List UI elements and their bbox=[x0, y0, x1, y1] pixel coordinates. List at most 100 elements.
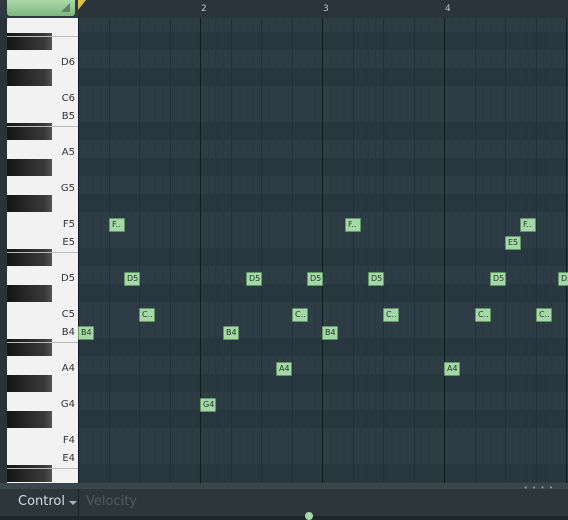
key-label: G4 bbox=[60, 399, 75, 410]
grid-row bbox=[78, 140, 568, 158]
beat-line bbox=[337, 18, 338, 483]
note-block[interactable]: D5 bbox=[558, 272, 568, 286]
chevron-down-icon[interactable] bbox=[69, 501, 77, 505]
beat-line bbox=[253, 18, 254, 483]
note-block[interactable]: B4 bbox=[78, 326, 94, 340]
beat-line bbox=[292, 18, 293, 483]
beat-line bbox=[543, 18, 544, 483]
beat-line bbox=[139, 18, 140, 483]
note-block[interactable]: D5 bbox=[246, 272, 262, 286]
grid-row bbox=[78, 284, 568, 302]
beat-line bbox=[223, 18, 224, 483]
key-label: A5 bbox=[61, 147, 75, 158]
key-label: D6 bbox=[60, 57, 75, 68]
beat-line bbox=[482, 18, 483, 483]
grid-row bbox=[78, 230, 568, 248]
note-block[interactable]: C.. bbox=[383, 308, 399, 322]
beat-line bbox=[368, 18, 369, 483]
key-label: C5 bbox=[61, 309, 75, 320]
beat-line bbox=[345, 18, 346, 483]
bar-line bbox=[78, 18, 79, 483]
note-block[interactable]: G4 bbox=[200, 398, 216, 412]
note-block[interactable]: B4 bbox=[322, 326, 338, 340]
grid-row bbox=[78, 158, 568, 176]
note-block[interactable]: E5 bbox=[505, 236, 521, 250]
key-separator bbox=[7, 468, 78, 469]
beat-line bbox=[497, 18, 498, 483]
beat-line bbox=[353, 18, 354, 483]
black-key[interactable] bbox=[7, 375, 52, 392]
event-editor-bar: Control Velocity bbox=[0, 489, 568, 516]
note-block[interactable]: A4 bbox=[276, 362, 292, 376]
beat-line bbox=[406, 18, 407, 483]
beat-line bbox=[276, 18, 277, 483]
grid-row bbox=[78, 374, 568, 392]
beat-line bbox=[520, 18, 521, 483]
grid-row bbox=[78, 104, 568, 122]
key-label: B4 bbox=[61, 327, 75, 338]
piano-roll-grid[interactable]: B4 F.. D5 C.. G4 B4 D5 A4 C.. D5 B4 F.. D5 C.. A4 C.. D5… bbox=[78, 18, 568, 483]
note-block[interactable]: C.. bbox=[536, 308, 552, 322]
beat-line bbox=[238, 18, 239, 483]
beat-line bbox=[147, 18, 148, 483]
control-dropdown[interactable]: Control bbox=[18, 494, 65, 509]
key-label: B5 bbox=[61, 111, 75, 122]
velocity-handle[interactable] bbox=[305, 512, 313, 520]
triangle-arrow-icon[interactable] bbox=[61, 3, 70, 12]
key-separator bbox=[7, 126, 78, 127]
beat-line bbox=[513, 18, 514, 483]
black-key[interactable] bbox=[7, 159, 52, 176]
note-block[interactable]: D5 bbox=[490, 272, 506, 286]
grid-row bbox=[78, 32, 568, 50]
key-label: F5 bbox=[62, 219, 75, 230]
beat-line bbox=[414, 18, 415, 483]
black-key[interactable] bbox=[7, 69, 52, 86]
timeline-ruler[interactable]: 2 3 4 bbox=[78, 0, 568, 19]
keyboard-edge bbox=[0, 0, 7, 483]
grid-row bbox=[78, 428, 568, 446]
note-block[interactable]: B4 bbox=[223, 326, 239, 340]
beat-line bbox=[185, 18, 186, 483]
grid-row bbox=[78, 68, 568, 86]
divider bbox=[78, 489, 79, 516]
beat-line bbox=[314, 18, 315, 483]
note-block[interactable]: D5 bbox=[368, 272, 384, 286]
beat-line bbox=[154, 18, 155, 483]
beat-line bbox=[116, 18, 117, 483]
beat-line bbox=[93, 18, 94, 483]
note-block[interactable]: A4 bbox=[444, 362, 460, 376]
beat-line bbox=[299, 18, 300, 483]
grid-row bbox=[78, 356, 568, 374]
beat-line bbox=[452, 18, 453, 483]
beat-line bbox=[505, 18, 506, 483]
grid-row bbox=[78, 122, 568, 140]
piano-keyboard[interactable]: D6C6B5A5G5F5E5D5C5B4A4G4F4E4D4 bbox=[7, 18, 78, 483]
beat-line bbox=[109, 18, 110, 483]
note-block[interactable]: C.. bbox=[292, 308, 308, 322]
note-block[interactable]: C.. bbox=[475, 308, 491, 322]
note-block[interactable]: C.. bbox=[139, 308, 155, 322]
key-separator bbox=[7, 36, 78, 37]
black-key[interactable] bbox=[7, 411, 52, 428]
beat-line bbox=[429, 18, 430, 483]
beat-line bbox=[360, 18, 361, 483]
key-separator bbox=[7, 252, 78, 253]
key-label: A4 bbox=[61, 363, 75, 374]
beat-line bbox=[131, 18, 132, 483]
black-key[interactable] bbox=[7, 285, 52, 302]
black-key[interactable] bbox=[7, 195, 52, 212]
beat-line bbox=[551, 18, 552, 483]
note-block[interactable]: F.. bbox=[109, 218, 125, 232]
corner-panel bbox=[0, 0, 82, 18]
grid-row bbox=[78, 176, 568, 194]
velocity-label: Velocity bbox=[86, 494, 137, 509]
note-block[interactable]: D5 bbox=[124, 272, 140, 286]
beat-line bbox=[421, 18, 422, 483]
grid-row bbox=[78, 464, 568, 482]
note-block[interactable]: F.. bbox=[345, 218, 361, 232]
note-block[interactable]: F.. bbox=[520, 218, 536, 232]
playhead-marker-icon[interactable] bbox=[78, 0, 86, 10]
note-block[interactable]: D5 bbox=[307, 272, 323, 286]
beat-line bbox=[261, 18, 262, 483]
grid-row bbox=[78, 212, 568, 230]
